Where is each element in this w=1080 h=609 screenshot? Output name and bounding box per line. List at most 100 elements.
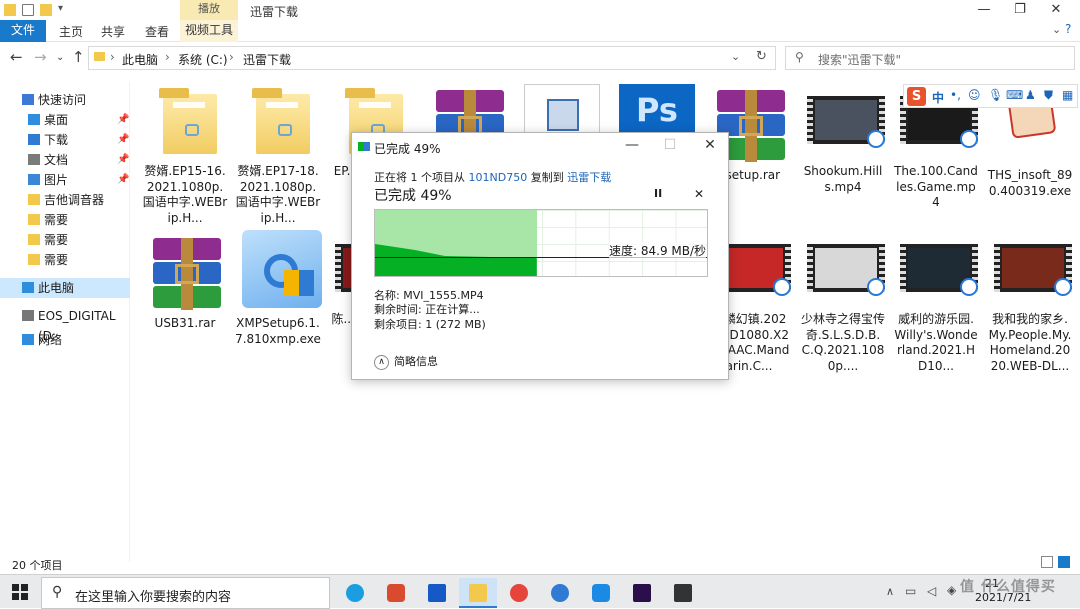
breadcrumb-folder[interactable]: 迅雷下载 — [243, 51, 291, 68]
thunder-icon[interactable] — [541, 578, 579, 608]
ribbon-tabs: 文件 主页 共享 查看 视频工具 ⌄ ? — [0, 20, 1080, 42]
file-item[interactable]: 威利的游乐园.Willy's.Wonderland.2021.HD10... — [893, 232, 979, 373]
sogou-logo-icon[interactable]: S — [907, 87, 926, 106]
file-explorer-icon[interactable] — [459, 578, 497, 608]
minimize-icon[interactable]: — — [966, 0, 1002, 22]
tab-video-tools[interactable]: 视频工具 — [180, 20, 238, 42]
tab-share[interactable]: 共享 — [101, 23, 125, 40]
help-icon[interactable]: ? — [1065, 22, 1071, 36]
folder-icon — [28, 194, 40, 205]
person-icon[interactable]: ♟ — [1025, 88, 1036, 102]
recent-chevron-icon[interactable]: ⌄ — [56, 52, 64, 63]
edge-icon[interactable] — [336, 578, 374, 608]
keyboard-icon[interactable]: ⌨ — [1006, 88, 1023, 102]
chevron-down-icon[interactable]: ⌄ — [1052, 23, 1061, 36]
source-link[interactable]: 101ND750 — [469, 171, 528, 184]
copy-description: 正在将 1 个项目从 101ND750 复制到 迅雷下载 — [374, 169, 611, 185]
file-item[interactable]: XMPSetup6.1.7.810xmp.exe — [235, 230, 322, 346]
close-icon[interactable]: ✕ — [1038, 0, 1074, 22]
chevron-down-icon[interactable]: ⌄ — [731, 50, 740, 63]
sidebar-item-7[interactable]: 需要 — [0, 230, 130, 250]
desktop-icon — [28, 114, 40, 125]
items-remaining-label: 剩余项目: 1 (272 MB) — [374, 318, 486, 331]
sidebar-item-6[interactable]: 需要 — [0, 210, 130, 230]
paper-plane-icon[interactable] — [582, 578, 620, 608]
windows-start-icon[interactable] — [12, 584, 28, 600]
sidebar-item-label: 需要 — [44, 233, 69, 247]
ime-indicator-icon[interactable]: ◈ — [947, 583, 956, 597]
destination-link[interactable]: 迅雷下载 — [567, 171, 611, 184]
less-details-button[interactable]: ∧ 简略信息 — [374, 353, 438, 370]
volume-icon[interactable]: ◁ — [927, 584, 936, 598]
path-box[interactable]: › 此电脑 › 系统 (C:) › 迅雷下载 ⌄ ↻ — [88, 46, 776, 70]
premiere-icon[interactable] — [623, 578, 661, 608]
cancel-icon[interactable]: ✕ — [694, 187, 704, 201]
winrar-archive-icon — [147, 232, 223, 316]
details-view-icon[interactable] — [1041, 556, 1053, 568]
chevron-right-icon: › — [165, 50, 170, 64]
file-name: 赘婿.EP17-18.2021.1080p.国语中字.WEBrip.H... — [235, 164, 321, 225]
microphone-icon[interactable]: 🎙 — [988, 88, 1003, 102]
search-input[interactable]: 搜索"迅雷下载" — [818, 51, 901, 68]
close-icon[interactable]: ✕ — [700, 137, 720, 153]
pin-icon: 📌 — [117, 114, 130, 125]
sidebar-item-0[interactable]: 快速访问 — [0, 90, 130, 110]
chrome-icon[interactable] — [500, 578, 538, 608]
maximize-icon[interactable]: ❐ — [1002, 0, 1038, 22]
large-icons-view-icon[interactable] — [1058, 556, 1070, 568]
search-box[interactable]: ⚲ 搜索"迅雷下载" — [785, 46, 1075, 70]
sidebar-item-11[interactable]: 网络 — [0, 330, 130, 350]
file-explorer-icon-glyph — [469, 584, 487, 602]
tab-view[interactable]: 查看 — [145, 23, 169, 40]
tab-file[interactable]: 文件 — [0, 20, 46, 42]
sidebar-item-8[interactable]: 需要 — [0, 250, 130, 270]
file-item[interactable]: 赘婿.EP17-18.2021.1080p.国语中字.WEBrip.H... — [235, 84, 321, 225]
new-folder-icon[interactable] — [40, 4, 52, 16]
sidebar-item-9[interactable]: 此电脑 — [0, 278, 130, 298]
shirt-icon[interactable]: ⛊ — [1044, 88, 1053, 103]
file-name: The.100.Candles.Game.mp4 — [894, 164, 978, 209]
file-item[interactable]: USB31.rar — [142, 232, 228, 342]
sidebar-item-label: 下载 — [44, 133, 69, 147]
properties-icon[interactable] — [22, 4, 34, 16]
app-blue-icon[interactable] — [418, 578, 456, 608]
sidebar-item-1[interactable]: 桌面 📌 — [0, 110, 130, 130]
breadcrumb-this-pc[interactable]: 此电脑 — [122, 51, 158, 68]
speed-label: 速度: 84.9 MB/秒 — [609, 242, 707, 259]
video-thumbnail-icon — [805, 84, 885, 168]
tab-home[interactable]: 主页 — [59, 23, 83, 40]
taskbar-search-input[interactable]: 在这里输入你要搜索的内容 — [75, 586, 231, 605]
forward-icon[interactable]: → — [34, 48, 47, 66]
tool-icon[interactable] — [377, 578, 415, 608]
file-name: XMPSetup6.1.7.810xmp.exe — [235, 316, 321, 346]
file-item[interactable]: 赘婿.EP15-16.2021.1080p.国语中字.WEBrip.H... — [142, 84, 228, 225]
chevron-up-icon[interactable]: ∧ — [886, 585, 894, 598]
ime-mode-icon[interactable]: 中 — [932, 89, 944, 106]
sidebar-item-4[interactable]: 图片 📌 — [0, 170, 130, 190]
sidebar-item-5[interactable]: 吉他调音器 — [0, 190, 130, 210]
back-icon[interactable]: ← — [10, 48, 23, 66]
folder-icon — [28, 234, 40, 245]
emoji-icon[interactable]: ☺ — [968, 88, 981, 102]
pause-icon[interactable]: II — [654, 187, 662, 200]
chevron-down-icon[interactable]: ▾ — [58, 4, 66, 16]
sidebar-item-10[interactable]: EOS_DIGITAL (D: — [0, 306, 130, 343]
sidebar-item-label: 此电脑 — [38, 281, 75, 295]
file-item[interactable]: 少林寺之得宝传奇.S.L.S.D.B.C.Q.2021.1080p.... — [800, 232, 886, 373]
copy-progress-dialog: 已完成 49% — ☐ ✕ 正在将 1 个项目从 101ND750 复制到 迅雷… — [351, 132, 729, 380]
breadcrumb-drive[interactable]: 系统 (C:) — [178, 51, 228, 68]
grid-icon[interactable]: ▦ — [1062, 88, 1073, 102]
copy-prefix: 正在将 1 个项目从 — [374, 171, 469, 184]
video-thumbnail-icon — [992, 232, 1072, 316]
refresh-icon[interactable]: ↻ — [756, 49, 767, 64]
file-item[interactable]: 我和我的家乡.My.People.My.Homeland.2020.WEB-DL… — [987, 232, 1073, 373]
up-icon[interactable]: ↑ — [72, 48, 85, 66]
file-item[interactable]: Shookum.Hills.mp4 — [800, 84, 886, 194]
network-icon[interactable]: ▭ — [905, 584, 916, 598]
sidebar-item-3[interactable]: 文档 📌 — [0, 150, 130, 170]
sidebar-item-2[interactable]: 下载 📌 — [0, 130, 130, 150]
punctuation-icon[interactable]: •, — [950, 88, 961, 102]
keyboard-app-icon[interactable] — [664, 578, 702, 608]
taskbar-search[interactable]: ⚲ 在这里输入你要搜索的内容 — [41, 577, 330, 609]
minimize-icon[interactable]: — — [622, 137, 642, 153]
